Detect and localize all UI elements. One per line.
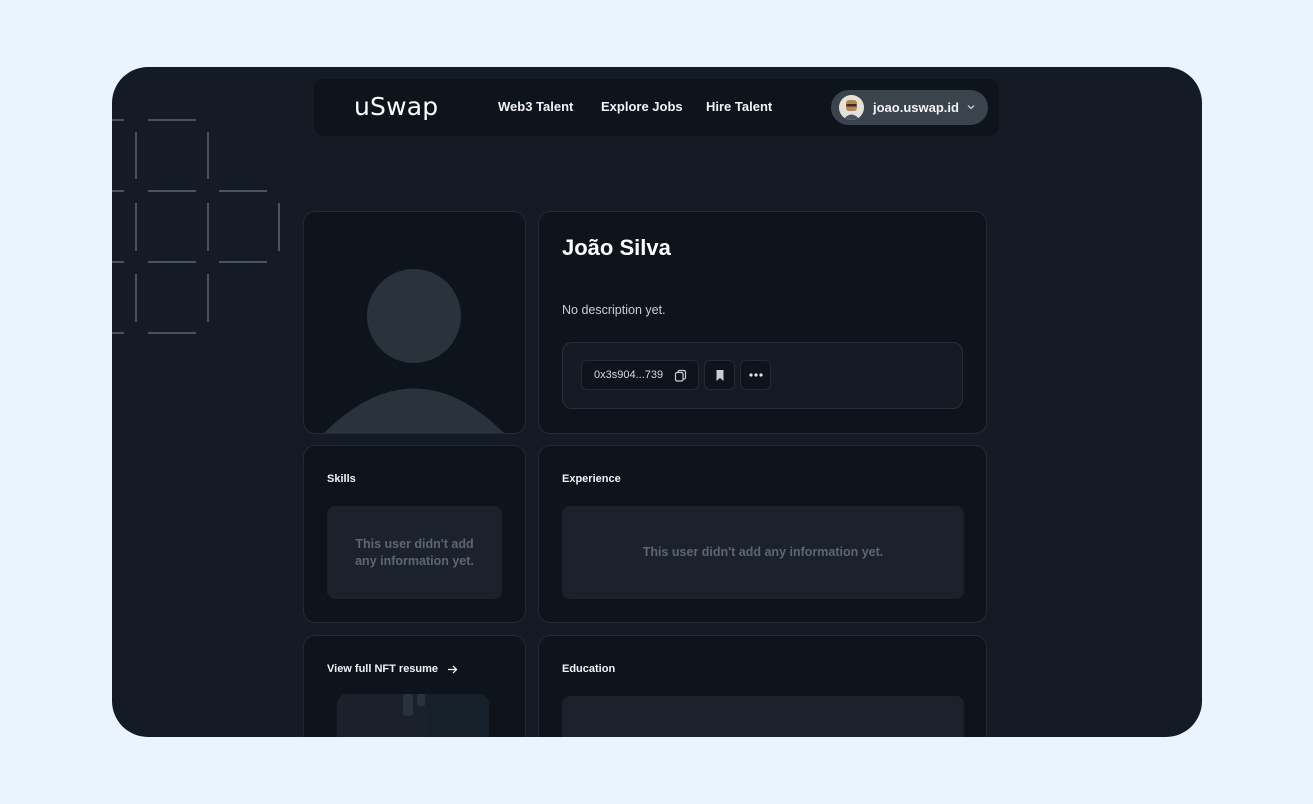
profile-description: No description yet. (562, 303, 666, 317)
skills-empty-state: This user didn't add any information yet… (327, 506, 502, 599)
experience-title: Experience (562, 473, 621, 485)
nft-resume-card: View full NFT resume (303, 635, 526, 737)
nav-link-web3-talent[interactable]: Web3 Talent (498, 99, 573, 114)
wallet-address-chip[interactable]: 0x3s904...739 (581, 360, 699, 390)
user-menu-button[interactable]: joao.uswap.id (831, 90, 988, 125)
nav-link-explore-jobs[interactable]: Explore Jobs (601, 99, 683, 114)
experience-empty-state: This user didn't add any information yet… (562, 506, 964, 599)
profile-avatar-placeholder-icon (324, 269, 504, 433)
user-name: joao.uswap.id (873, 100, 959, 115)
skills-title: Skills (327, 473, 356, 485)
nft-resume-preview[interactable] (337, 694, 489, 737)
profile-info-card: João Silva No description yet. 0x3s904..… (538, 211, 987, 434)
view-nft-resume-link[interactable]: View full NFT resume (327, 663, 458, 675)
nft-resume-thumbnail (337, 694, 489, 737)
wallet-actions-box: 0x3s904...739 (562, 342, 963, 409)
bookmark-button[interactable] (704, 360, 735, 390)
copy-icon[interactable] (674, 369, 687, 382)
top-navbar: uSwap Web3 Talent Explore Jobs Hire Tale… (314, 79, 999, 136)
arrow-right-icon (448, 665, 458, 674)
bookmark-icon (716, 369, 723, 381)
chevron-down-icon (967, 105, 975, 110)
wallet-address: 0x3s904...739 (594, 369, 664, 381)
view-nft-resume-label: View full NFT resume (327, 663, 439, 675)
more-options-button[interactable] (740, 360, 771, 390)
app-window: uSwap Web3 Talent Explore Jobs Hire Tale… (112, 67, 1202, 737)
uswap-logo[interactable]: uSwap (354, 92, 438, 121)
skills-card: Skills This user didn't add any informat… (303, 445, 526, 623)
education-card: Education (538, 635, 987, 737)
decorative-grid (112, 119, 280, 334)
profile-name: João Silva (562, 235, 671, 260)
nav-link-hire-talent[interactable]: Hire Talent (706, 99, 772, 114)
more-horizontal-icon (748, 373, 763, 377)
profile-avatar-card (303, 211, 526, 434)
experience-card: Experience This user didn't add any info… (538, 445, 987, 623)
education-empty-state (562, 696, 964, 737)
user-avatar-icon (839, 95, 864, 120)
education-title: Education (562, 663, 616, 675)
